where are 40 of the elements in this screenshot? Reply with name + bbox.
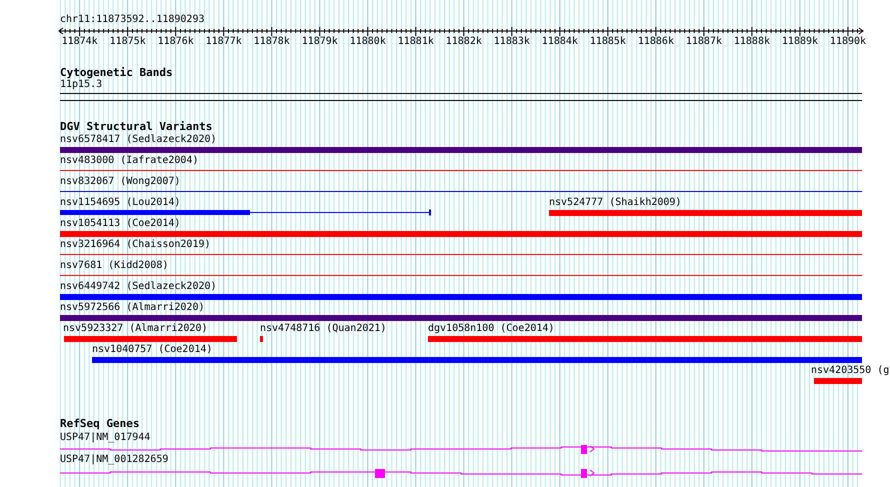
track-title: RefSeq Genes xyxy=(60,417,140,431)
transcript-label: USP47|NM_001282659 xyxy=(60,454,168,466)
tick-label: 11889k xyxy=(782,36,818,48)
variant-label: nsv832067 (Wong2007) xyxy=(60,176,180,188)
track-title: DGV Structural Variants xyxy=(60,120,212,134)
tick-label: 11884k xyxy=(542,36,578,48)
variant-label: nsv1054113 (Coe2014) xyxy=(60,218,180,230)
variant-label: nsv7681 (Kidd2008) xyxy=(60,260,168,272)
variant-label: nsv4748716 (Quan2021) xyxy=(260,323,386,335)
tick-label: 11879k xyxy=(302,36,338,48)
tick-label: 11876k xyxy=(158,36,194,48)
tick-label: 11890k xyxy=(830,36,866,48)
variant-label: nsv5972566 (Almarri2020) xyxy=(60,302,204,314)
tick-label: 11887k xyxy=(686,36,722,48)
location-label: chr11:11873592..11890293 xyxy=(60,14,204,26)
variant-label: nsv4203550 (g xyxy=(811,365,890,377)
tick-label: 11880k xyxy=(350,36,386,48)
variant-label: dgv1058n100 (Coe2014) xyxy=(428,323,554,335)
tick-label: 11885k xyxy=(590,36,626,48)
tick-label: 11881k xyxy=(398,36,434,48)
variant-label: nsv524777 (Shaikh2009) xyxy=(549,197,682,209)
variant-label: nsv6578417 (Sedlazeck2020) xyxy=(60,134,217,146)
tick-label: 11878k xyxy=(254,36,290,48)
tick-label: 11882k xyxy=(446,36,482,48)
tick-label: 11886k xyxy=(638,36,674,48)
variant-label: nsv1154695 (Lou2014) xyxy=(60,197,180,209)
tick-label: 11874k xyxy=(62,36,98,48)
tick-label: 11877k xyxy=(206,36,242,48)
tick-label: 11888k xyxy=(734,36,770,48)
variant-label: nsv1040757 (Coe2014) xyxy=(92,344,212,356)
variant-label: nsv5923327 (Almarri2020) xyxy=(63,323,208,335)
track-title: Cytogenetic Bands xyxy=(60,66,173,80)
variant-label: nsv483000 (Iafrate2004) xyxy=(60,155,198,167)
band-label: 11p15.3 xyxy=(60,79,102,91)
variant-feature[interactable] xyxy=(60,209,431,216)
tick-label: 11883k xyxy=(494,36,530,48)
transcript-label: USP47|NM_017944 xyxy=(60,432,150,444)
tick-label: 11875k xyxy=(110,36,146,48)
variant-label: nsv3216964 (Chaisson2019) xyxy=(60,239,211,251)
variant-label: nsv6449742 (Sedlazeck2020) xyxy=(60,281,217,293)
